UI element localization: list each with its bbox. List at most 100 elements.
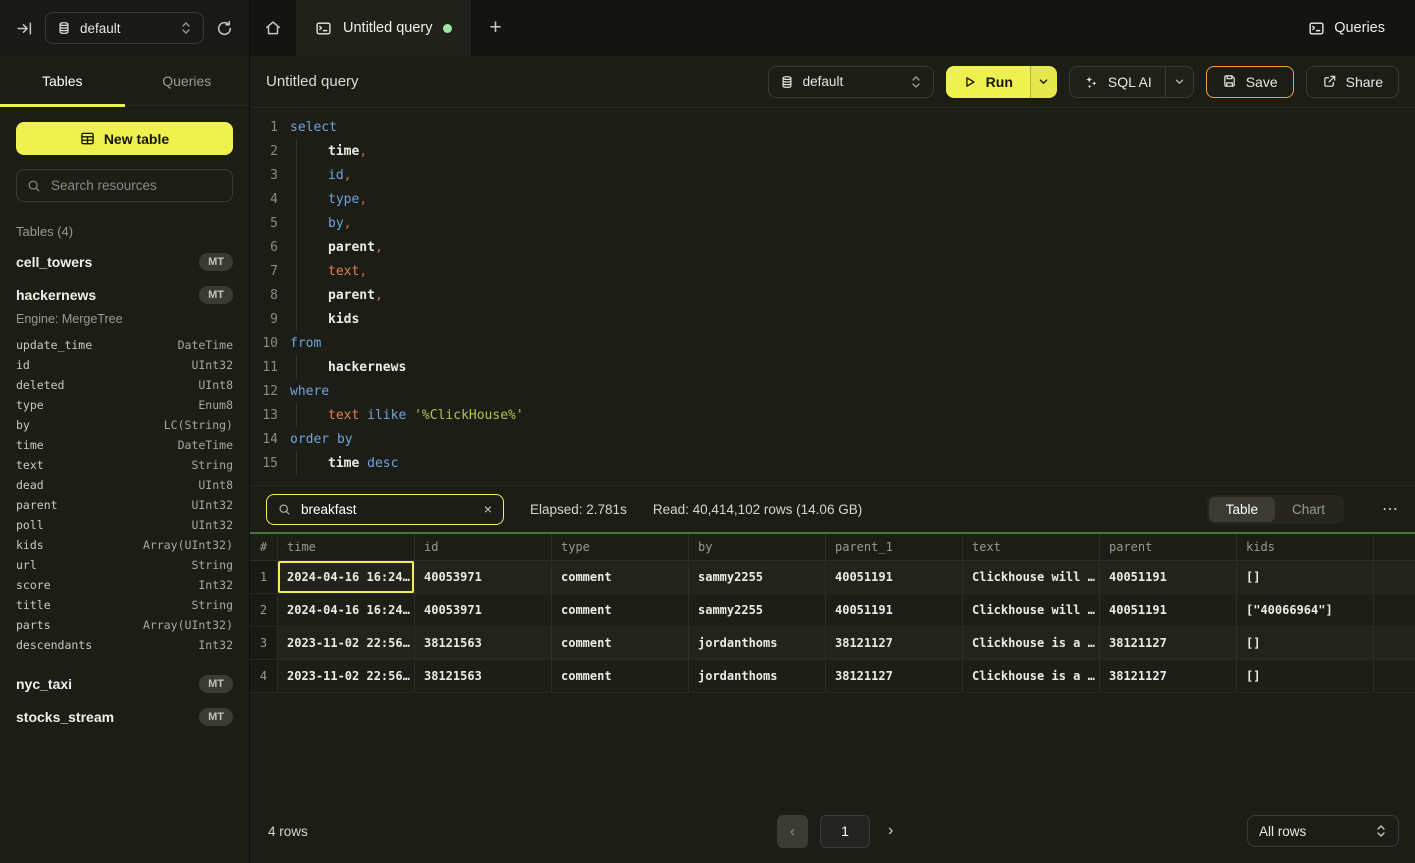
column-name: parts: [16, 618, 51, 632]
save-button[interactable]: Save: [1206, 66, 1294, 98]
page-number-input[interactable]: 1: [820, 815, 870, 848]
table-cell[interactable]: []: [1237, 561, 1374, 593]
editor-line[interactable]: 9kids: [250, 307, 1415, 331]
table-list-item[interactable]: cell_towersMT: [16, 245, 233, 278]
table-cell[interactable]: Clickhouse will …: [963, 594, 1100, 626]
run-options-button[interactable]: [1030, 66, 1057, 98]
editor-line[interactable]: 14order by: [250, 427, 1415, 451]
table-cell[interactable]: []: [1237, 627, 1374, 659]
page-size-selector[interactable]: All rows: [1247, 815, 1399, 847]
line-number: 3: [250, 168, 278, 183]
editor-line[interactable]: 5by,: [250, 211, 1415, 235]
floppy-icon: [1222, 74, 1237, 89]
database-selector[interactable]: default: [45, 12, 204, 44]
share-button[interactable]: Share: [1306, 66, 1399, 98]
editor-line[interactable]: 2time,: [250, 139, 1415, 163]
table-cell[interactable]: 38121563: [415, 627, 552, 659]
table-cell[interactable]: 38121127: [1100, 627, 1237, 659]
column-header-type[interactable]: type: [552, 534, 689, 560]
editor-line[interactable]: 12where: [250, 379, 1415, 403]
editor-line[interactable]: 4type,: [250, 187, 1415, 211]
column-header-id[interactable]: id: [415, 534, 552, 560]
table-cell[interactable]: comment: [552, 561, 689, 593]
editor-line[interactable]: 6parent,: [250, 235, 1415, 259]
view-toggle-table[interactable]: Table: [1209, 497, 1275, 522]
editor-line[interactable]: 15time desc: [250, 451, 1415, 475]
new-tab-button[interactable]: +: [471, 0, 519, 56]
line-number: 1: [250, 120, 278, 135]
table-cell[interactable]: ["40066964"]: [1237, 594, 1374, 626]
sql-editor[interactable]: 1select2time,3id,4type,5by,6parent,7text…: [250, 108, 1415, 485]
token: [359, 456, 367, 471]
table-cell[interactable]: 38121127: [1100, 660, 1237, 692]
search-resources-input[interactable]: [49, 177, 222, 194]
new-table-button[interactable]: New table: [16, 122, 233, 155]
table-cell[interactable]: 38121127: [826, 660, 963, 692]
home-button[interactable]: [250, 0, 296, 56]
column-header-parent_1[interactable]: parent_1: [826, 534, 963, 560]
refresh-icon[interactable]: [216, 20, 233, 37]
editor-line[interactable]: 11hackernews: [250, 355, 1415, 379]
tab-untitled-query[interactable]: Untitled query: [296, 0, 471, 56]
table-cell[interactable]: 40051191: [826, 594, 963, 626]
table-row: 32023-11-02 22:56…38121563commentjordant…: [250, 627, 1415, 660]
column-header-text[interactable]: text: [963, 534, 1100, 560]
collapse-sidebar-icon[interactable]: [16, 20, 33, 37]
table-cell[interactable]: 38121127: [826, 627, 963, 659]
table-cell[interactable]: 40051191: [826, 561, 963, 593]
table-cell[interactable]: sammy2255: [689, 561, 826, 593]
table-cell[interactable]: Clickhouse will …: [963, 561, 1100, 593]
more-options-icon[interactable]: ⋯: [1382, 499, 1399, 519]
clear-search-icon[interactable]: ×: [484, 502, 492, 516]
editor-line[interactable]: 10from: [250, 331, 1415, 355]
run-button[interactable]: Run: [946, 66, 1030, 98]
token: hackernews: [328, 360, 406, 375]
tab-queries[interactable]: Queries: [125, 56, 250, 105]
column-header-kids[interactable]: kids: [1237, 534, 1374, 560]
table-list-item[interactable]: hackernewsMT: [16, 278, 233, 311]
table-cell[interactable]: sammy2255: [689, 594, 826, 626]
table-cell[interactable]: 2024-04-16 16:24…: [278, 594, 415, 626]
table-cell[interactable]: jordanthoms: [689, 627, 826, 659]
table-cell[interactable]: 40051191: [1100, 594, 1237, 626]
sql-ai-options-button[interactable]: [1165, 67, 1193, 97]
table-cell[interactable]: comment: [552, 660, 689, 692]
editor-line[interactable]: 13text ilike '%ClickHouse%': [250, 403, 1415, 427]
table-cell[interactable]: 2023-11-02 22:56…: [278, 660, 415, 692]
column-header-parent[interactable]: parent: [1100, 534, 1237, 560]
results-table-header: #timeidtypebyparent_1textparentkids: [250, 534, 1415, 561]
results-search-input[interactable]: [299, 501, 476, 518]
next-page-button[interactable]: ›: [882, 822, 899, 840]
table-cell[interactable]: Clickhouse is a …: [963, 660, 1100, 692]
column-header-time[interactable]: time: [278, 534, 415, 560]
table-list-item[interactable]: nyc_taxiMT: [16, 667, 233, 700]
table-cell[interactable]: 38121563: [415, 660, 552, 692]
column-type: Int32: [198, 638, 233, 652]
sql-ai-button[interactable]: SQL AI: [1070, 67, 1165, 97]
table-cell[interactable]: Clickhouse is a …: [963, 627, 1100, 659]
table-cell[interactable]: 2023-11-02 22:56…: [278, 627, 415, 659]
table-cell[interactable]: 40053971: [415, 594, 552, 626]
table-cell[interactable]: comment: [552, 627, 689, 659]
editor-line[interactable]: 3id,: [250, 163, 1415, 187]
query-database-selector[interactable]: default: [768, 66, 934, 98]
prev-page-button[interactable]: ‹: [777, 815, 808, 848]
queries-button[interactable]: Queries: [1278, 0, 1415, 56]
table-cell[interactable]: 2024-04-16 16:24…: [278, 561, 415, 593]
editor-line[interactable]: 7text,: [250, 259, 1415, 283]
plus-icon: +: [489, 16, 501, 40]
table-cell[interactable]: comment: [552, 594, 689, 626]
table-cell[interactable]: 40051191: [1100, 561, 1237, 593]
table-cell[interactable]: jordanthoms: [689, 660, 826, 692]
tab-tables[interactable]: Tables: [0, 56, 125, 105]
table-list-item[interactable]: stocks_streamMT: [16, 700, 233, 733]
table-cell[interactable]: []: [1237, 660, 1374, 692]
token: order by: [290, 432, 353, 447]
column-header-by[interactable]: by: [689, 534, 826, 560]
query-header: Untitled query default Run: [250, 56, 1415, 108]
token: desc: [367, 456, 398, 471]
editor-line[interactable]: 8parent,: [250, 283, 1415, 307]
editor-line[interactable]: 1select: [250, 115, 1415, 139]
view-toggle-chart[interactable]: Chart: [1275, 497, 1342, 522]
table-cell[interactable]: 40053971: [415, 561, 552, 593]
